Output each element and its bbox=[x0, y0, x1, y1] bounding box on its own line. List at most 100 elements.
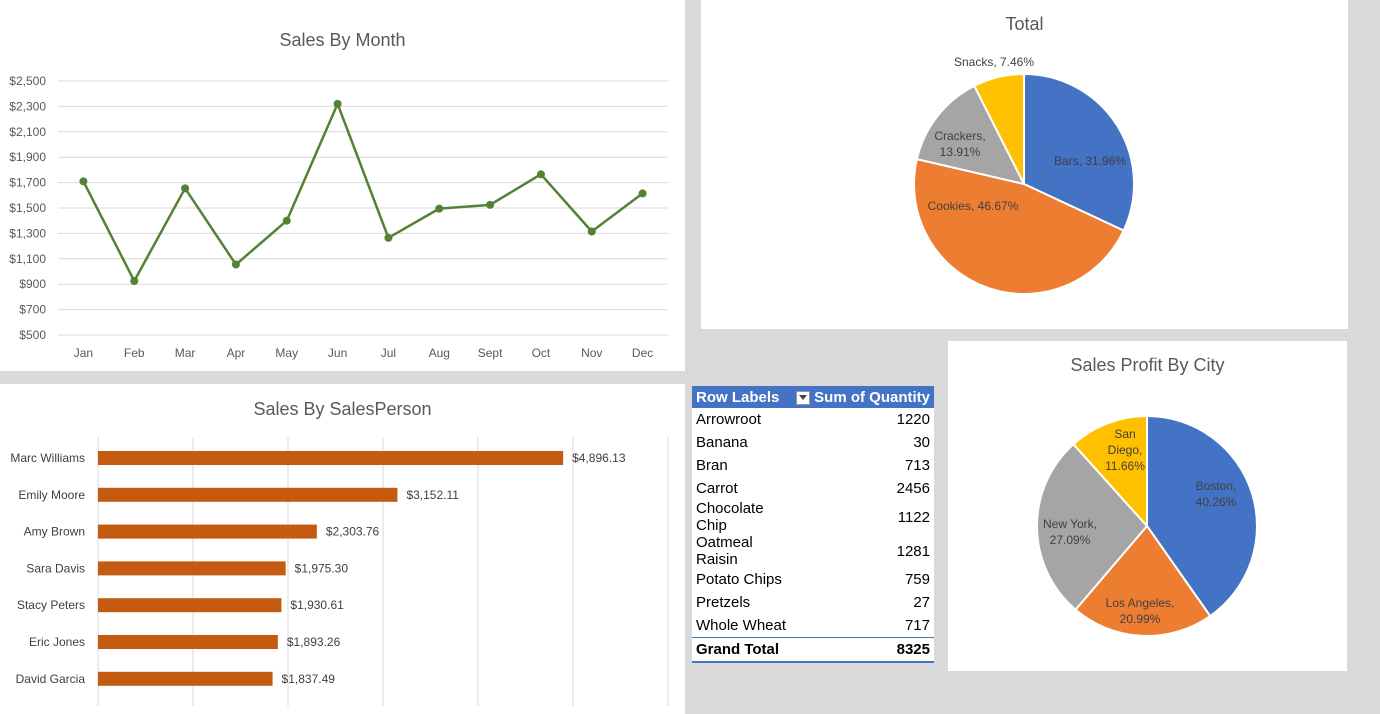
x-tick-label: Jan bbox=[74, 346, 93, 360]
category-label: David Garcia bbox=[16, 672, 86, 686]
row-label[interactable]: Bran bbox=[692, 454, 792, 477]
pivot-row[interactable]: Pretzels 27 bbox=[692, 591, 934, 614]
data-point bbox=[231, 260, 240, 269]
value-label: $4,896.13 bbox=[572, 451, 626, 465]
row-quantity[interactable]: 1122 bbox=[792, 500, 934, 534]
bar bbox=[98, 671, 273, 686]
pivot-row[interactable]: Chocolate Chip 1122 bbox=[692, 500, 934, 534]
data-point bbox=[130, 277, 139, 286]
data-point bbox=[333, 99, 342, 108]
data-point bbox=[587, 227, 596, 236]
row-label[interactable]: Banana bbox=[692, 431, 792, 454]
row-labels-header[interactable]: Row Labels bbox=[692, 386, 793, 408]
sum-quantity-header[interactable]: Sum of Quantity bbox=[792, 386, 934, 408]
category-label: Emily Moore bbox=[18, 488, 85, 502]
x-tick-label: Feb bbox=[124, 346, 145, 360]
city-pie-plot: Boston, 40.26%Los Angeles, 20.99%New York,… bbox=[1036, 414, 1258, 637]
x-tick-label: Oct bbox=[532, 346, 551, 360]
value-label: $1,930.61 bbox=[290, 598, 344, 612]
row-quantity[interactable]: 759 bbox=[792, 568, 934, 591]
grand-total-value[interactable]: 8325 bbox=[792, 637, 934, 663]
pivot-row[interactable]: Carrot 2456 bbox=[692, 477, 934, 500]
row-quantity[interactable]: 30 bbox=[792, 431, 934, 454]
data-point bbox=[638, 189, 647, 198]
data-point bbox=[282, 216, 291, 225]
y-tick-label: $1,500 bbox=[9, 201, 46, 215]
pivot-row[interactable]: Potato Chips 759 bbox=[692, 568, 934, 591]
pivot-row[interactable]: Whole Wheat 717 bbox=[692, 614, 934, 638]
pivot-row[interactable]: Oatmeal Raisin 1281 bbox=[692, 534, 934, 568]
y-tick-label: $1,900 bbox=[9, 150, 46, 164]
pivot-row[interactable]: Arrowroot 1220 bbox=[692, 408, 934, 431]
data-point bbox=[435, 204, 444, 213]
bar bbox=[98, 561, 286, 576]
bar bbox=[98, 487, 398, 502]
row-label[interactable]: Arrowroot bbox=[692, 408, 792, 431]
row-quantity[interactable]: 1220 bbox=[792, 408, 934, 431]
row-label[interactable]: Chocolate Chip bbox=[692, 500, 792, 534]
row-quantity[interactable]: 1281 bbox=[792, 534, 934, 568]
data-point bbox=[79, 177, 88, 186]
total-pie-plot: Bars, 31.96%Cookies, 46.67%Crackers, 13.9… bbox=[913, 55, 1135, 295]
series-line bbox=[82, 102, 644, 283]
row-quantity[interactable]: 27 bbox=[792, 591, 934, 614]
total-pie-chart[interactable]: Total Bars, 31.96% Cookies, 46.67% Cracker… bbox=[701, 0, 1348, 329]
bar-chart-plot: Marc Williams $4,896.13 Emily Moore $3,152.… bbox=[10, 437, 669, 706]
slice-label: Snacks, 7.46% bbox=[954, 55, 1034, 69]
category-label: Amy Brown bbox=[24, 525, 85, 539]
category-label: Stacy Peters bbox=[17, 598, 85, 612]
sales-profit-by-city-chart[interactable]: Sales Profit By City Boston, 40.26% Los An… bbox=[948, 341, 1347, 671]
sales-by-month-chart[interactable]: Sales By Month $500 $700 $900 $1,100 $1,300 $… bbox=[0, 0, 685, 371]
row-label[interactable]: Potato Chips bbox=[692, 568, 792, 591]
y-tick-label: $500 bbox=[19, 328, 46, 342]
pivot-header-row: Row Labels Sum of Quantity bbox=[692, 386, 934, 408]
value-label: $1,893.26 bbox=[287, 635, 341, 649]
pivot-table[interactable]: Row Labels Sum of Quantity Arrowroot 1220… bbox=[692, 386, 934, 663]
row-label[interactable]: Pretzels bbox=[692, 591, 792, 614]
sales-by-salesperson-chart[interactable]: Sales By SalesPerson Marc Williams $4,896… bbox=[0, 384, 685, 714]
y-tick-label: $900 bbox=[19, 277, 46, 291]
category-label: Eric Jones bbox=[29, 635, 85, 649]
y-tick-label: $1,100 bbox=[9, 252, 46, 266]
line-chart-plot: $500 $700 $900 $1,100 $1,300 $1,500 $1,700 $1,9… bbox=[9, 74, 668, 360]
data-point bbox=[181, 184, 190, 193]
x-tick-label: Jun bbox=[328, 346, 347, 360]
value-label: $2,303.76 bbox=[326, 525, 380, 539]
bar bbox=[98, 524, 317, 539]
row-label[interactable]: Carrot bbox=[692, 477, 792, 500]
row-quantity[interactable]: 2456 bbox=[792, 477, 934, 500]
category-label: Sara Davis bbox=[26, 561, 85, 575]
x-tick-label: Mar bbox=[175, 346, 196, 360]
y-tick-label: $1,300 bbox=[9, 226, 46, 240]
value-label: $1,837.49 bbox=[282, 672, 336, 686]
grand-total-label[interactable]: Grand Total bbox=[692, 637, 793, 663]
x-tick-label: Dec bbox=[632, 346, 653, 360]
data-point bbox=[486, 200, 495, 209]
y-tick-label: $2,300 bbox=[9, 99, 46, 113]
bar bbox=[98, 635, 278, 649]
grand-total-row[interactable]: Grand Total 8325 bbox=[692, 637, 934, 663]
y-tick-label: $2,100 bbox=[9, 125, 46, 139]
row-quantity[interactable]: 717 bbox=[792, 614, 934, 638]
data-point bbox=[536, 170, 545, 179]
x-tick-label: Nov bbox=[581, 346, 602, 360]
pivot-row[interactable]: Bran 713 bbox=[692, 454, 934, 477]
category-label: Marc Williams bbox=[10, 451, 85, 465]
filter-dropdown-icon[interactable] bbox=[796, 390, 811, 405]
x-tick-label: Sept bbox=[478, 346, 503, 360]
y-tick-label: $700 bbox=[19, 303, 46, 317]
x-tick-label: Apr bbox=[227, 346, 246, 360]
data-point bbox=[384, 233, 393, 242]
y-tick-label: $2,500 bbox=[9, 74, 46, 88]
y-tick-label: $1,700 bbox=[9, 176, 46, 190]
pivot-row[interactable]: Banana 30 bbox=[692, 431, 934, 454]
bar bbox=[98, 598, 282, 613]
value-label: $1,975.30 bbox=[295, 561, 349, 575]
slice-label: Bars, 31.96% bbox=[1054, 154, 1126, 168]
row-quantity[interactable]: 713 bbox=[792, 454, 934, 477]
row-label[interactable]: Whole Wheat bbox=[692, 614, 792, 638]
row-label[interactable]: Oatmeal Raisin bbox=[692, 534, 792, 568]
x-tick-label: Jul bbox=[381, 346, 396, 360]
bar bbox=[98, 451, 564, 465]
x-tick-label: Aug bbox=[429, 346, 450, 360]
